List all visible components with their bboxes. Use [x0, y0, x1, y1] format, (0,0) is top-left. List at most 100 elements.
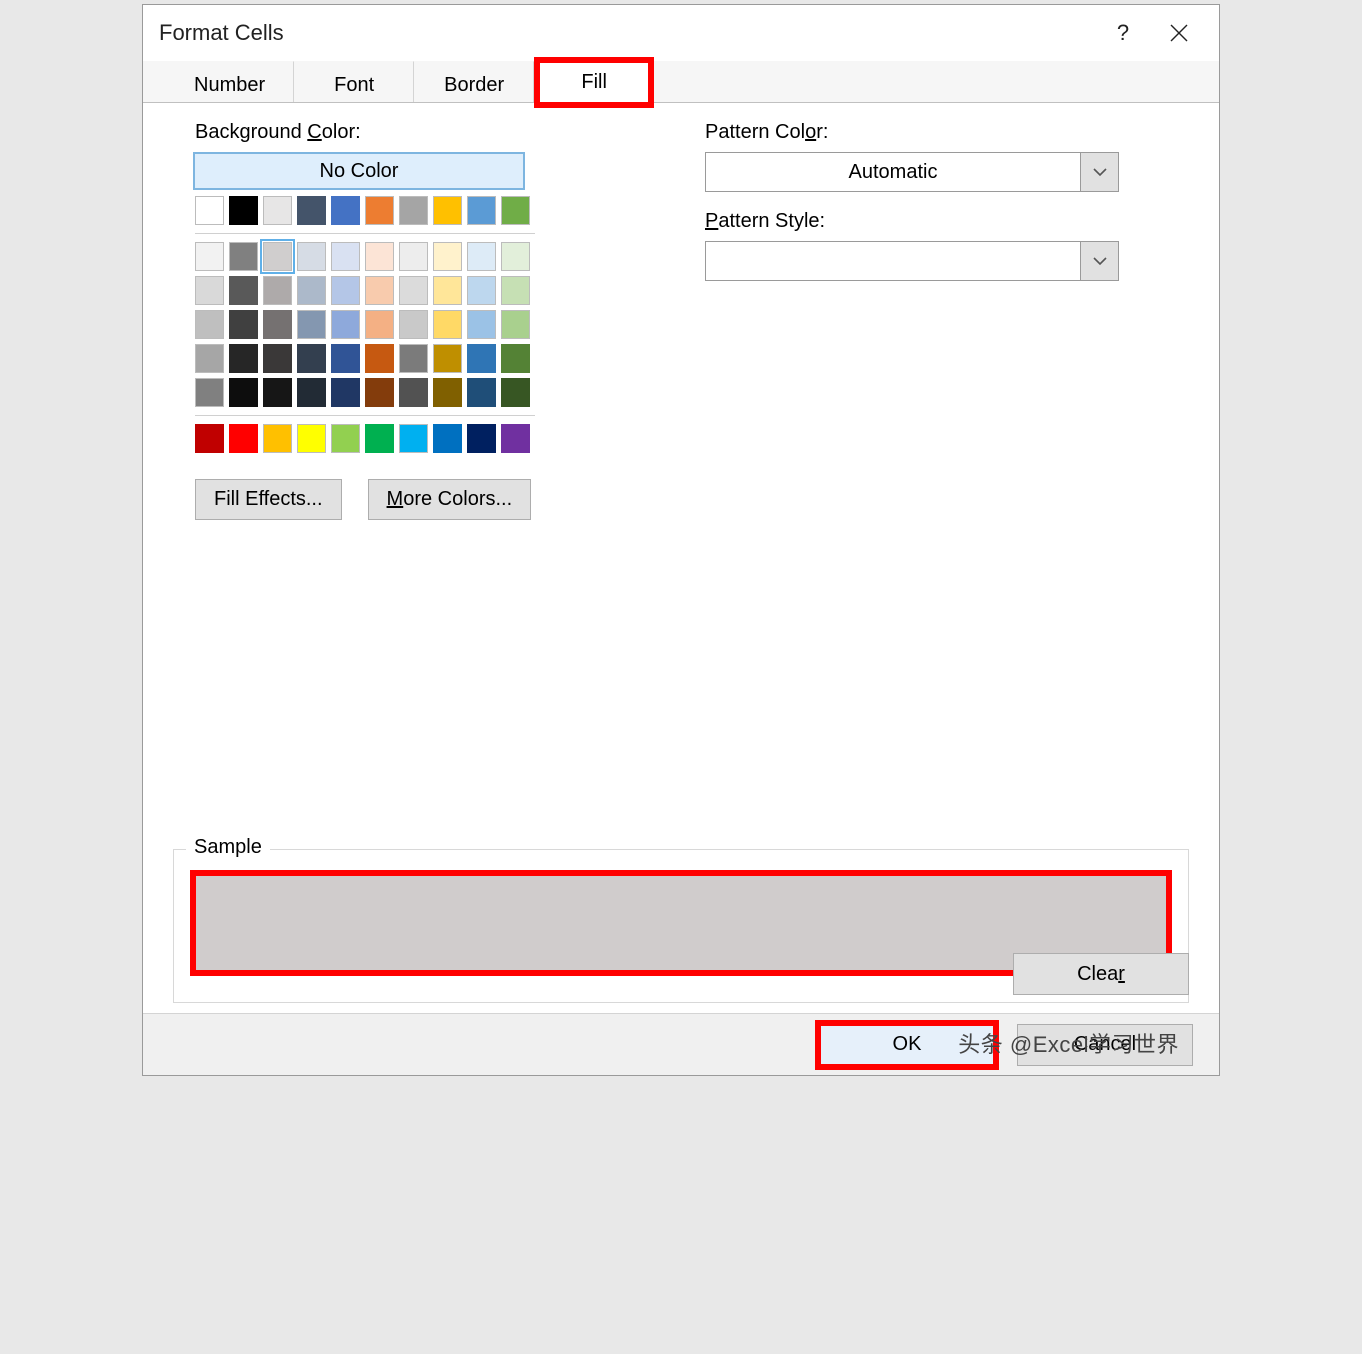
color-swatch[interactable] [297, 196, 326, 225]
color-swatch[interactable] [467, 310, 496, 339]
color-swatch[interactable] [331, 276, 360, 305]
color-swatch[interactable] [331, 344, 360, 373]
color-swatch[interactable] [229, 276, 258, 305]
color-swatch[interactable] [365, 276, 394, 305]
color-swatch[interactable] [229, 310, 258, 339]
color-swatch[interactable] [263, 344, 292, 373]
color-swatch[interactable] [501, 378, 530, 407]
pattern-color-value: Automatic [706, 161, 1080, 184]
clear-button-row: Clear [1013, 953, 1189, 995]
color-swatch[interactable] [501, 344, 530, 373]
color-swatch[interactable] [365, 378, 394, 407]
color-swatch[interactable] [297, 310, 326, 339]
color-swatch[interactable] [297, 424, 326, 453]
color-swatch[interactable] [467, 196, 496, 225]
color-swatch[interactable] [263, 310, 292, 339]
color-swatch[interactable] [433, 276, 462, 305]
color-swatch[interactable] [297, 276, 326, 305]
pattern-color-label: Pattern Color: [705, 121, 1189, 144]
color-swatch[interactable] [229, 378, 258, 407]
ok-button[interactable]: OK [815, 1020, 999, 1070]
color-swatch[interactable] [229, 196, 258, 225]
color-swatch[interactable] [365, 424, 394, 453]
color-swatch[interactable] [195, 310, 224, 339]
color-swatch[interactable] [229, 344, 258, 373]
color-swatch[interactable] [331, 424, 360, 453]
color-swatch[interactable] [433, 378, 462, 407]
color-swatch[interactable] [501, 310, 530, 339]
color-swatch[interactable] [467, 424, 496, 453]
color-swatch[interactable] [331, 310, 360, 339]
no-color-button[interactable]: No Color [193, 152, 525, 190]
color-swatch[interactable] [365, 344, 394, 373]
sample-label: Sample [186, 836, 270, 859]
color-swatch[interactable] [399, 242, 428, 271]
background-color-label: Background Color: [195, 121, 635, 144]
color-swatch[interactable] [195, 196, 224, 225]
color-swatch[interactable] [399, 196, 428, 225]
dialog-footer: OK Cancel [143, 1013, 1219, 1075]
color-swatch[interactable] [467, 344, 496, 373]
color-swatch[interactable] [433, 196, 462, 225]
color-swatch[interactable] [229, 242, 258, 271]
dialog-title: Format Cells [159, 20, 284, 46]
color-swatch[interactable] [365, 196, 394, 225]
standard-colors-row [195, 424, 635, 453]
color-swatch[interactable] [195, 276, 224, 305]
color-swatch[interactable] [399, 344, 428, 373]
color-swatch[interactable] [263, 242, 292, 271]
color-swatch[interactable] [399, 310, 428, 339]
color-swatch[interactable] [263, 276, 292, 305]
color-swatch[interactable] [263, 424, 292, 453]
titlebar: Format Cells ? [143, 5, 1219, 61]
color-swatch[interactable] [297, 242, 326, 271]
color-swatch[interactable] [365, 310, 394, 339]
close-button[interactable] [1151, 13, 1207, 53]
chevron-down-icon [1080, 153, 1118, 191]
color-swatch[interactable] [467, 276, 496, 305]
color-swatch[interactable] [263, 196, 292, 225]
color-swatch[interactable] [297, 378, 326, 407]
cancel-button[interactable]: Cancel [1017, 1024, 1193, 1066]
color-swatch[interactable] [297, 344, 326, 373]
tab-number[interactable]: Number [165, 61, 294, 102]
color-swatch[interactable] [501, 242, 530, 271]
palette-divider-1 [195, 233, 535, 234]
color-swatch[interactable] [399, 276, 428, 305]
color-swatch[interactable] [399, 378, 428, 407]
color-swatch[interactable] [433, 310, 462, 339]
color-swatch[interactable] [501, 196, 530, 225]
color-swatch[interactable] [195, 344, 224, 373]
color-swatch[interactable] [331, 378, 360, 407]
color-swatch[interactable] [195, 242, 224, 271]
color-swatch[interactable] [467, 378, 496, 407]
more-colors-button[interactable]: More Colors... [368, 479, 532, 520]
color-swatch[interactable] [195, 424, 224, 453]
help-button[interactable]: ? [1095, 13, 1151, 53]
palette-divider-2 [195, 415, 535, 416]
tab-border[interactable]: Border [414, 61, 534, 102]
color-swatch[interactable] [433, 242, 462, 271]
color-swatch[interactable] [331, 196, 360, 225]
color-swatch[interactable] [263, 378, 292, 407]
clear-button[interactable]: Clear [1013, 953, 1189, 995]
color-swatch[interactable] [195, 378, 224, 407]
pattern-style-dropdown[interactable] [705, 241, 1119, 281]
tab-font[interactable]: Font [294, 61, 414, 102]
color-swatch[interactable] [501, 276, 530, 305]
color-swatch[interactable] [467, 242, 496, 271]
color-swatch[interactable] [365, 242, 394, 271]
color-swatch[interactable] [229, 424, 258, 453]
format-cells-dialog: Format Cells ? Number Font Border Fill B… [142, 4, 1220, 1076]
color-swatch[interactable] [331, 242, 360, 271]
tab-fill[interactable]: Fill [534, 57, 654, 108]
pattern-color-dropdown[interactable]: Automatic [705, 152, 1119, 192]
fill-effects-button[interactable]: Fill Effects... [195, 479, 342, 520]
tab-bar: Number Font Border Fill [143, 61, 1219, 103]
color-swatch[interactable] [399, 424, 428, 453]
color-swatch[interactable] [433, 344, 462, 373]
color-swatch[interactable] [433, 424, 462, 453]
tint-colors-grid [195, 242, 635, 407]
color-swatch[interactable] [501, 424, 530, 453]
theme-colors-row [195, 196, 635, 225]
